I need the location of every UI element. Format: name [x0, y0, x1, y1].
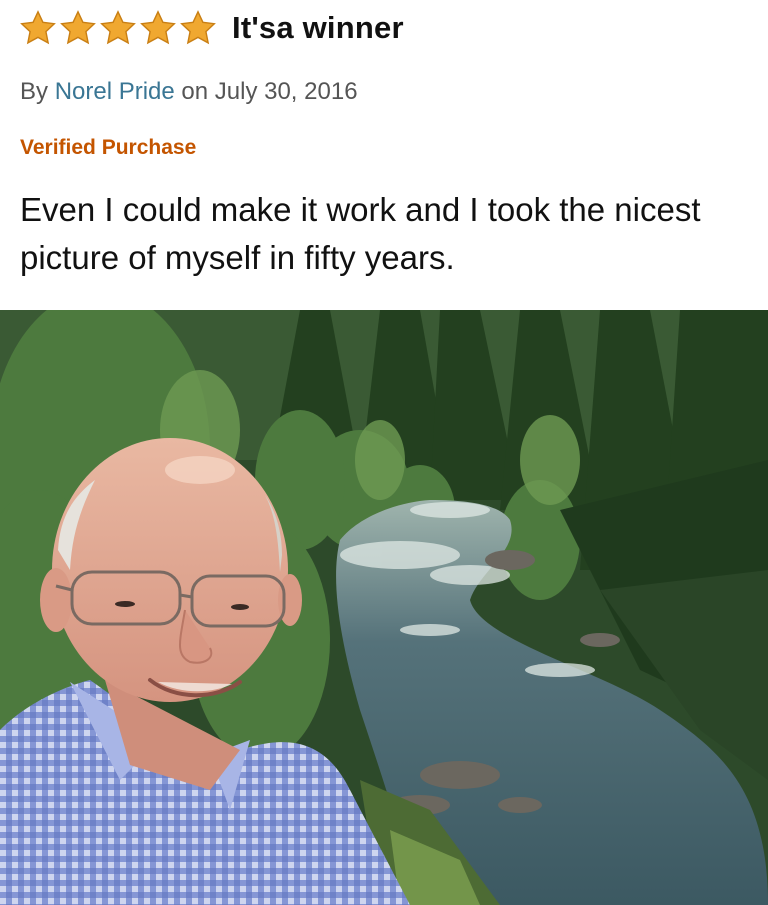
review-body: Even I could make it work and I took the…: [20, 191, 701, 276]
author-link[interactable]: Norel Pride: [55, 78, 175, 105]
star-icon: [60, 10, 96, 45]
selfie-photo-illustration: [0, 310, 768, 905]
verified-purchase-badge: Verified Purchase: [20, 136, 197, 159]
review-date: on July 30, 2016: [174, 78, 358, 105]
review-byline: By Norel Pride on July 30, 2016: [20, 78, 358, 106]
star-icon: [20, 10, 56, 45]
review-title-row: It'sa winner: [18, 8, 404, 48]
star-icon: [100, 10, 136, 45]
review-photo[interactable]: [0, 310, 768, 905]
review-title[interactable]: It'sa winner: [232, 10, 404, 46]
byline-prefix: By: [20, 78, 55, 105]
review-card: It'sa winner By Norel Pride on July 30, …: [0, 0, 768, 310]
star-icon: [140, 10, 176, 45]
star-icon: [180, 10, 216, 45]
star-rating: [18, 9, 218, 47]
